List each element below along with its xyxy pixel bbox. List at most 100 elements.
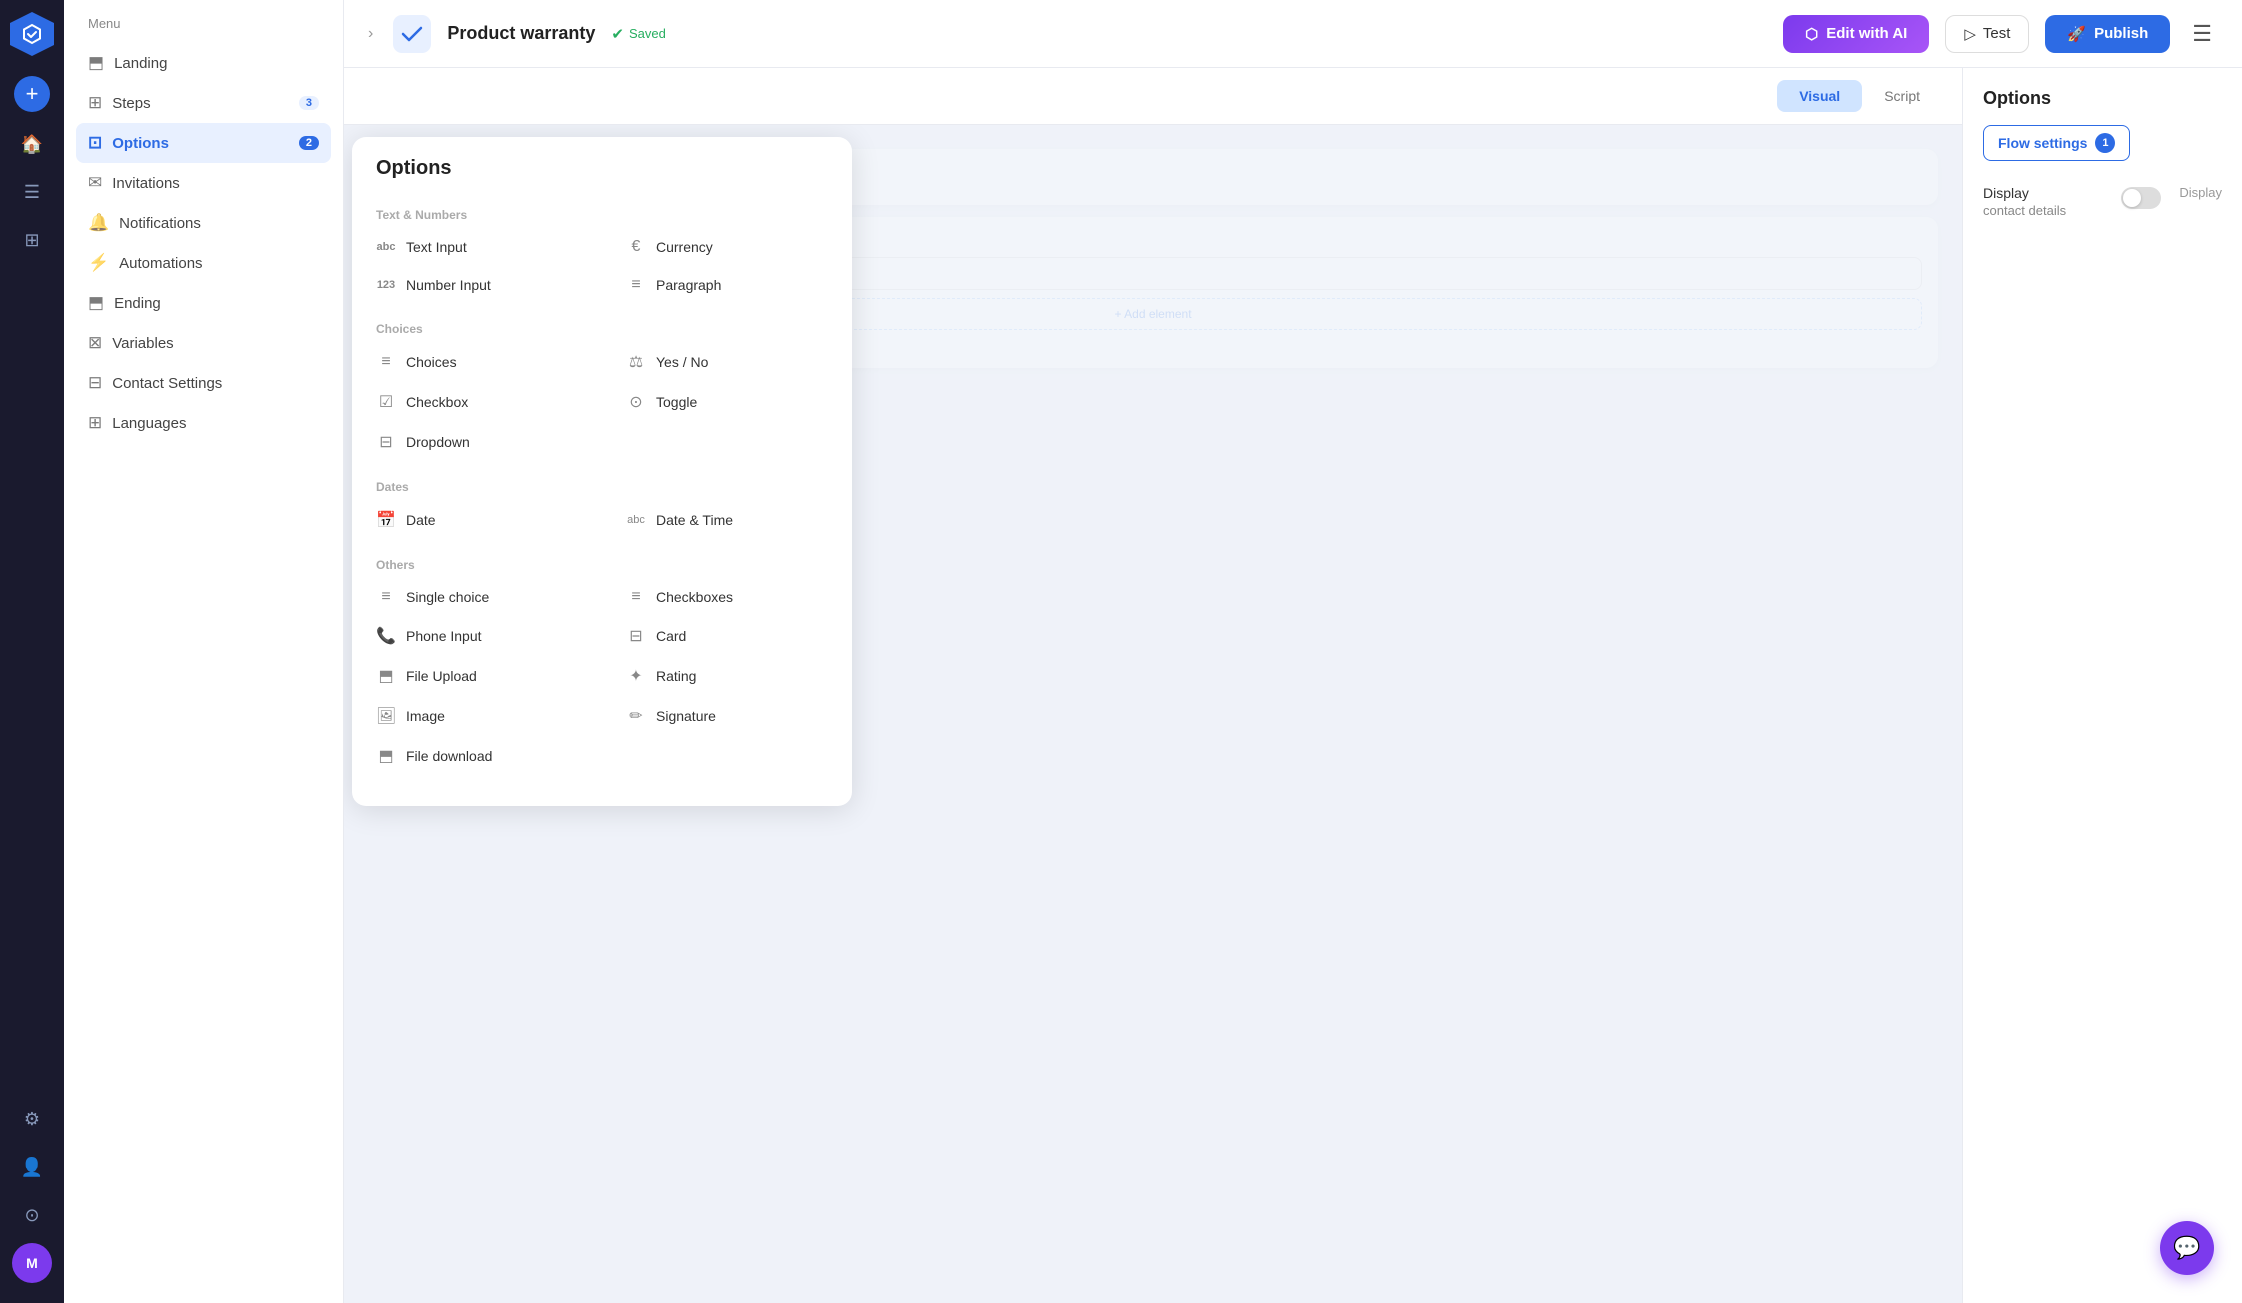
option-label: Phone Input	[406, 628, 482, 644]
sidebar-item-ending[interactable]: ⬒ Ending	[64, 283, 343, 323]
tab-visual[interactable]: Visual	[1777, 80, 1862, 112]
yes-no-icon: ⚖	[626, 352, 646, 372]
avatar-icon[interactable]: M	[12, 1243, 52, 1283]
collapse-icon[interactable]: ›	[368, 25, 373, 43]
grid-icon[interactable]: ⊞	[12, 220, 52, 260]
option-rating[interactable]: ✦ Rating	[602, 656, 852, 696]
option-choices[interactable]: ≡ Choices	[352, 343, 602, 381]
sidebar-item-contact-settings[interactable]: ⊟ Contact Settings	[64, 363, 343, 403]
list-icon[interactable]: ☰	[12, 172, 52, 212]
option-paragraph[interactable]: ≡ Paragraph	[602, 266, 852, 304]
option-label: Date	[406, 512, 436, 528]
sidebar-item-label: Invitations	[112, 175, 180, 192]
option-label: Dropdown	[406, 434, 470, 450]
option-label: Yes / No	[656, 354, 708, 370]
checkbox-icon: ☑	[376, 392, 396, 412]
content-area: Visual Script Flow settings Contract det…	[344, 68, 2242, 1303]
option-phone-input[interactable]: 📞 Phone Input	[352, 616, 602, 656]
option-dropdown[interactable]: ⊟ Dropdown	[352, 422, 626, 462]
sidebar-item-notifications[interactable]: 🔔 Notifications	[64, 203, 343, 243]
option-single-choice[interactable]: ≡ Single choice	[352, 578, 602, 616]
topbar-logo	[393, 15, 431, 53]
right-panel: Options Flow settings 1 Display contact …	[1962, 68, 2242, 1303]
help-icon[interactable]: ⊙	[12, 1195, 52, 1235]
option-file-download[interactable]: ⬒ File download	[352, 736, 626, 776]
tab-script[interactable]: Script	[1862, 80, 1942, 112]
notifications-icon: 🔔	[88, 213, 109, 233]
play-icon: ▷	[1964, 25, 1976, 43]
flow-settings-count: 1	[2095, 133, 2115, 153]
sidebar-item-steps[interactable]: ⊞ Steps 3	[64, 83, 343, 123]
options-badge: 2	[299, 136, 319, 150]
settings-icon[interactable]: ⚙	[12, 1099, 52, 1139]
sidebar-item-options[interactable]: ⊡ Options 2	[76, 123, 331, 163]
option-label: Toggle	[656, 394, 697, 410]
sidebar-item-label: Variables	[112, 335, 173, 352]
icon-rail: + 🏠 ☰ ⊞ ⚙ 👤 ⊙ M	[0, 0, 64, 1303]
image-icon: 🖼	[376, 706, 396, 726]
option-label: Image	[406, 708, 445, 724]
menu-button[interactable]: ☰	[2186, 15, 2218, 53]
sidebar: Menu ⬒ Landing ⊞ Steps 3 ⊡ Options 2 ✉ I…	[64, 0, 344, 1303]
add-button[interactable]: +	[14, 76, 50, 112]
app-logo[interactable]	[10, 12, 54, 56]
sidebar-item-languages[interactable]: ⊞ Languages	[64, 403, 343, 443]
option-row-5: ⊟ Dropdown	[352, 422, 852, 462]
option-label: Text Input	[406, 239, 467, 255]
sidebar-item-landing[interactable]: ⬒ Landing	[64, 43, 343, 83]
chat-bubble[interactable]: 💬	[2160, 1221, 2214, 1275]
card-icon: ⊟	[626, 626, 646, 646]
section-choices-title: Choices	[352, 316, 852, 342]
option-yes-no[interactable]: ⚖ Yes / No	[602, 342, 852, 382]
section-others-title: Others	[352, 552, 852, 578]
currency-icon: €	[626, 238, 646, 256]
option-row-3: ≡ Choices ⚖ Yes / No	[352, 342, 852, 382]
option-image[interactable]: 🖼 Image	[352, 696, 602, 736]
sidebar-item-variables[interactable]: ⊠ Variables	[64, 323, 343, 363]
sidebar-item-label: Automations	[119, 255, 202, 272]
flow-settings-badge[interactable]: Flow settings 1	[1983, 125, 2130, 161]
variables-icon: ⊠	[88, 333, 102, 353]
option-date[interactable]: 📅 Date	[352, 500, 602, 540]
check-icon: ✔	[611, 25, 624, 43]
options-overlay: Options Text & Numbers abc Text Input €	[344, 125, 1962, 1303]
display-toggle[interactable]	[2121, 187, 2161, 209]
option-row-6: 📅 Date abc Date & Time	[352, 500, 852, 540]
sidebar-item-label: Landing	[114, 55, 167, 72]
contact-settings-icon: ⊟	[88, 373, 102, 393]
option-currency[interactable]: € Currency	[602, 228, 852, 266]
sidebar-item-invitations[interactable]: ✉ Invitations	[64, 163, 343, 203]
publish-button[interactable]: 🚀 Publish	[2045, 15, 2170, 53]
right-panel-title: Options	[1983, 88, 2222, 109]
option-toggle[interactable]: ⊙ Toggle	[602, 382, 852, 422]
app-title: Product warranty	[447, 23, 595, 44]
test-button[interactable]: ▷ Test	[1945, 15, 2029, 53]
steps-icon: ⊞	[88, 93, 102, 113]
display-label: Display	[1983, 185, 2109, 201]
options-panel-title: Options	[352, 157, 852, 196]
display-toggle-row: Display contact details Display	[1983, 185, 2222, 218]
sidebar-item-automations[interactable]: ⚡ Automations	[64, 243, 343, 283]
option-checkbox[interactable]: ☑ Checkbox	[352, 382, 602, 422]
user-add-icon[interactable]: 👤	[12, 1147, 52, 1187]
option-card[interactable]: ⊟ Card	[602, 616, 852, 656]
option-row-11: ⬒ File download	[352, 736, 852, 776]
option-label: Paragraph	[656, 277, 721, 293]
section-dates: Dates 📅 Date abc Date & Time	[352, 468, 852, 546]
home-icon[interactable]: 🏠	[12, 124, 52, 164]
edit-ai-button[interactable]: ⬡ Edit with AI	[1783, 15, 1929, 53]
option-number-input[interactable]: 123 Number Input	[352, 267, 602, 303]
option-text-input[interactable]: abc Text Input	[352, 229, 602, 265]
option-label: Checkbox	[406, 394, 468, 410]
option-label: Card	[656, 628, 686, 644]
option-label: Choices	[406, 354, 457, 370]
edit-ai-label: Edit with AI	[1826, 25, 1907, 42]
option-checkboxes[interactable]: ≡ Checkboxes	[602, 578, 852, 616]
section-dates-title: Dates	[352, 474, 852, 500]
option-file-upload[interactable]: ⬒ File Upload	[352, 656, 602, 696]
sidebar-item-label: Notifications	[119, 215, 201, 232]
sidebar-item-label: Steps	[112, 95, 150, 112]
option-date-time[interactable]: abc Date & Time	[602, 502, 852, 538]
menu-label: Menu	[64, 16, 343, 43]
option-signature[interactable]: ✏ Signature	[602, 696, 852, 736]
